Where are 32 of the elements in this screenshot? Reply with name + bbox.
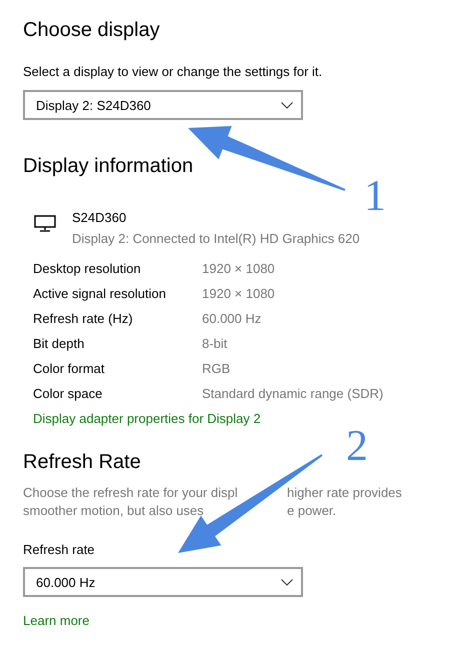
info-label: Desktop resolution	[33, 261, 142, 277]
description-text: Choose the refresh rate for your displ	[23, 484, 238, 502]
info-label: Active signal resolution	[33, 286, 167, 302]
section-title: Choose display	[23, 18, 160, 42]
chevron-icon	[281, 578, 293, 586]
chevron-icon	[281, 102, 293, 108]
dropdown-label: Refresh rate	[23, 542, 95, 558]
annotation-number: 2	[346, 424, 368, 468]
info-value: 1920 × 1080	[202, 261, 276, 277]
info-value: Standard dynamic range (SDR)	[202, 386, 384, 402]
info-value: 1920 × 1080	[202, 286, 276, 302]
monitor-icon	[34, 215, 56, 232]
annotation-number: 1	[364, 174, 386, 218]
section-title: Refresh Rate	[23, 450, 141, 474]
info-label: Color space	[33, 386, 104, 402]
info-label: Refresh rate (Hz)	[33, 311, 134, 327]
description-text: higher rate provides	[287, 484, 402, 502]
display-dropdown[interactable]: Display 2: S24D360	[23, 90, 303, 120]
section-title: Display information	[23, 154, 194, 178]
info-label: Color format	[33, 361, 106, 377]
description-text: e power.	[287, 502, 336, 520]
refresh-rate-dropdown[interactable]: 60.000 Hz	[23, 567, 303, 597]
info-value: 60.000 Hz	[202, 311, 262, 327]
info-label: Bit depth	[33, 336, 86, 352]
monitor-subtitle: Display 2: Connected to Intel(R) HD Graphics 620	[72, 231, 360, 247]
info-value: RGB	[202, 361, 232, 377]
learn-more-link[interactable]: Learn more	[23, 613, 90, 629]
description-text: smoother motion, but also uses	[23, 502, 204, 520]
adapter-properties-link[interactable]: Display adapter properties for Display 2	[33, 411, 261, 427]
monitor-name: S24D360	[72, 210, 126, 226]
info-value: 8-bit	[202, 336, 228, 352]
dropdown-label: Select a display to view or change the settings for it.	[23, 64, 322, 80]
